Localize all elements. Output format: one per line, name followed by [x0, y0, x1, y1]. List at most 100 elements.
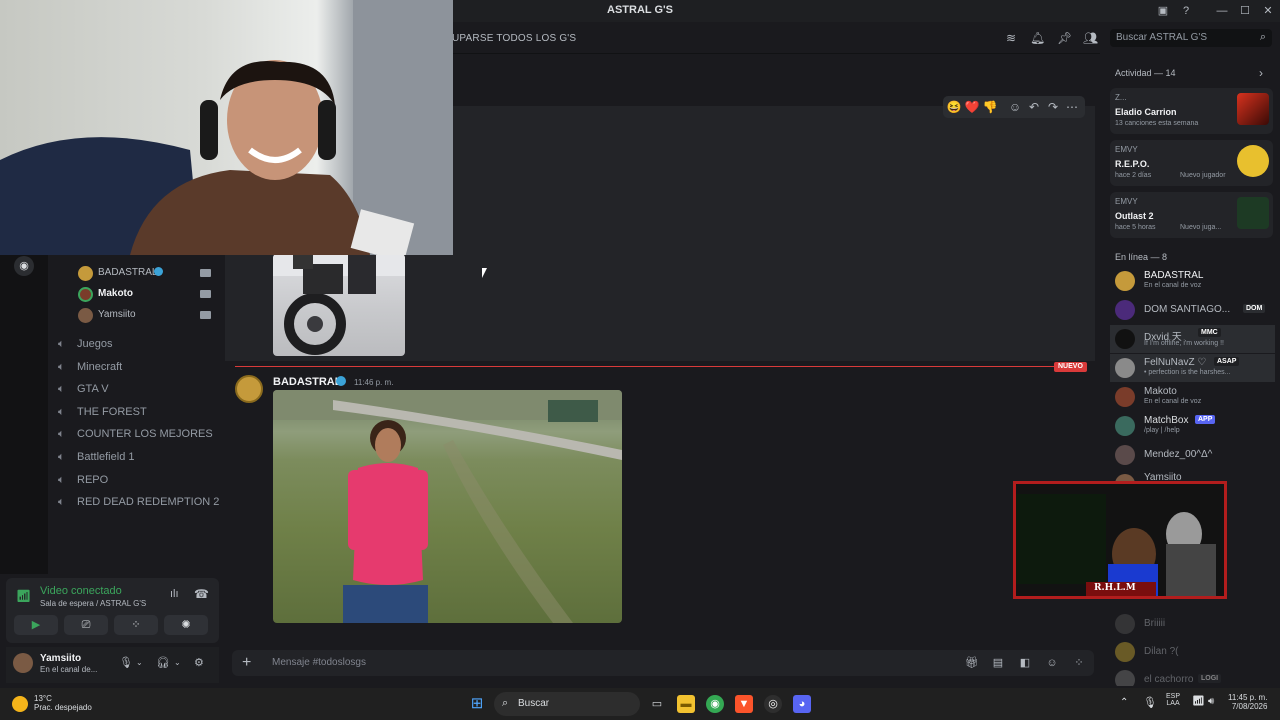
file-explorer-icon[interactable]: ▬ — [677, 695, 695, 713]
volume-icon[interactable]: 🔊︎ — [1208, 696, 1214, 707]
bell-icon[interactable]: 🔔︎ — [1030, 31, 1045, 45]
minimize-icon[interactable]: — — [1214, 3, 1230, 19]
thumbs-down-icon[interactable]: 👎 — [982, 99, 998, 115]
member-status: /play | /help — [1144, 427, 1180, 434]
clock[interactable]: 11:45 p. m. 7/08/2026 — [1228, 693, 1267, 711]
chevron-up-icon[interactable]: ⌃ — [1120, 697, 1128, 708]
message-author[interactable]: BADASTRAL — [273, 376, 341, 388]
voice-channel-rdr2[interactable]: 🔈︎ RED DEAD REDEMPTION 2 — [58, 494, 225, 514]
member-status: En el canal de voz — [1144, 398, 1202, 405]
camera-button[interactable]: ▶ — [14, 615, 58, 635]
member-name: BADASTRAL — [1144, 270, 1204, 281]
apps-icon[interactable]: ⁘ — [1073, 657, 1085, 669]
attach-plus-icon[interactable]: + — [242, 654, 251, 672]
screen-share-button[interactable]: ⎚ — [64, 615, 108, 635]
activities-button[interactable]: ⁘ — [114, 615, 158, 635]
language-indicator[interactable]: ESP LAA — [1166, 693, 1180, 707]
speaker-icon: 🔈︎ — [58, 451, 65, 463]
voice-user[interactable]: Makoto — [78, 286, 225, 304]
gear-icon[interactable]: ⚙ — [194, 656, 204, 669]
forward-icon[interactable]: ↷ — [1045, 99, 1061, 115]
emoji-icon[interactable]: ☺ — [1046, 657, 1058, 669]
member-item-offline[interactable]: Briiiii — [1110, 610, 1275, 638]
member-item[interactable]: MatchBox APP /play | /help — [1110, 412, 1275, 440]
add-reaction-icon[interactable]: ☺ — [1007, 99, 1023, 115]
channel-name: UPARSE TODOS LOS G'S — [452, 33, 577, 44]
pin-icon[interactable]: 📌︎ — [1057, 31, 1072, 45]
channel-label: REPO — [77, 474, 109, 486]
inbox-icon[interactable]: ▣ — [1155, 3, 1171, 19]
brave-icon[interactable]: ▼ — [735, 695, 753, 713]
activity-card[interactable]: Z... Eladio Carrion 13 canciones esta se… — [1110, 88, 1273, 134]
members-icon[interactable]: 👥︎ — [1083, 31, 1098, 45]
member-name: Briiiii — [1144, 618, 1166, 629]
channel-label: Battlefield 1 — [77, 451, 135, 463]
obs-icon[interactable]: ◎ — [764, 695, 782, 713]
maximize-icon[interactable]: ☐ — [1237, 3, 1253, 19]
chevron-right-icon[interactable]: › — [1259, 66, 1263, 80]
voice-user[interactable]: Yamsiito — [78, 307, 225, 325]
emoji-laugh-icon[interactable]: 😆 — [946, 99, 962, 115]
channel-label: Juegos — [77, 338, 113, 350]
motorcycle-image-attachment[interactable] — [273, 254, 405, 356]
stream-label: R.H.L.M — [1094, 583, 1136, 593]
wifi-icon[interactable]: 📶︎ — [1192, 696, 1205, 707]
sticker-icon[interactable]: ◧ — [1019, 657, 1031, 669]
heart-icon[interactable]: ❤️ — [964, 99, 980, 115]
voice-status[interactable]: Video conectado — [40, 585, 122, 597]
soundboard-button[interactable]: ✺ — [164, 615, 208, 635]
chevron-down-icon[interactable]: ⌄ — [136, 658, 143, 667]
discord-icon[interactable]: ◕ — [793, 695, 811, 713]
activity-card[interactable]: EMVY Outlast 2 hace 5 horas Nuevo juga..… — [1110, 192, 1273, 238]
stream-overlay: R.H.L.M — [1013, 481, 1227, 599]
chrome-icon[interactable]: ◉ — [706, 695, 724, 713]
weather-icon[interactable] — [12, 696, 28, 712]
user-name[interactable]: Yamsiito — [40, 653, 81, 664]
headphones-icon[interactable]: 🎧︎ — [156, 656, 170, 669]
gif-icon[interactable]: ▤ — [992, 657, 1004, 669]
reply-icon[interactable]: ↶ — [1026, 99, 1042, 115]
member-item[interactable]: BADASTRAL En el canal de voz — [1110, 267, 1275, 295]
search-icon: ⌕ — [1259, 31, 1266, 43]
more-icon[interactable]: ⋯ — [1064, 99, 1080, 115]
message-input[interactable]: + Mensaje #todoslosgs 🎁︎ ▤ ◧ ☺ ⁘ — [232, 650, 1094, 676]
disconnect-icon[interactable]: ☎︎ — [194, 587, 209, 601]
microphone-icon[interactable]: 🎙︎ — [119, 656, 133, 669]
gift-icon[interactable]: 🎁︎ — [965, 657, 979, 669]
member-item-offline[interactable]: el cachorro LOGI — [1110, 666, 1275, 686]
member-item[interactable]: Mendez_00^Δ^ — [1110, 441, 1275, 469]
message-avatar[interactable] — [235, 375, 263, 403]
member-item[interactable]: FelNuNavZ ♡ ASAP • perfection is the har… — [1110, 354, 1275, 382]
threads-icon[interactable]: ≋ — [1004, 31, 1018, 45]
verified-globe-icon — [336, 376, 346, 386]
server-icon[interactable]: ◉ — [14, 256, 34, 276]
voice-user[interactable]: BADASTRAL — [78, 265, 225, 283]
member-item[interactable]: DOM SANTIAGO... DOM — [1110, 296, 1275, 324]
search-input[interactable]: Buscar ASTRAL G'S ⌕ — [1110, 29, 1272, 47]
member-item-offline[interactable]: Dilan ?( — [1110, 638, 1275, 666]
task-view-icon[interactable]: ▭ — [648, 695, 666, 713]
activity-card[interactable]: EMVY R.E.P.O. hace 2 días Nuevo jugador — [1110, 140, 1273, 186]
windows-start-icon[interactable]: ⊞ — [468, 695, 486, 713]
taskbar-search[interactable]: ⌕ Buscar — [494, 692, 640, 716]
member-tag: MMC — [1198, 328, 1221, 337]
voice-location[interactable]: Sala de espera / ASTRAL G'S — [40, 599, 146, 608]
member-item[interactable]: Makoto En el canal de voz — [1110, 383, 1275, 411]
woman-photo-attachment[interactable] — [273, 390, 622, 623]
microphone-icon[interactable]: 🎙︎ — [1143, 696, 1157, 709]
voice-channel-the-forest[interactable]: 🔈︎ THE FOREST — [58, 404, 218, 424]
activity-user: EMVY — [1115, 197, 1138, 206]
voice-channel-juegos[interactable]: 🔈︎ Juegos — [58, 336, 218, 356]
member-item[interactable]: Dxvid 天 MMC If I'm offline, i'm working … — [1110, 325, 1275, 353]
help-icon[interactable]: ? — [1178, 3, 1194, 19]
close-icon[interactable]: ✕ — [1260, 3, 1276, 19]
voice-channel-battlefield[interactable]: 🔈︎ Battlefield 1 — [58, 449, 218, 469]
chevron-down-icon[interactable]: ⌄ — [174, 658, 181, 667]
voice-channel-repo[interactable]: 🔈︎ REPO — [58, 472, 218, 492]
avatar[interactable] — [13, 653, 33, 673]
voice-channel-counter[interactable]: 🔈︎ COUNTER LOS MEJORES — [58, 426, 218, 446]
noise-suppression-icon[interactable]: ılı — [170, 588, 179, 600]
voice-channel-gtav[interactable]: 🔈︎ GTA V — [58, 381, 218, 401]
weather-widget[interactable]: 13°C Prac. despejado — [34, 694, 92, 712]
voice-channel-minecraft[interactable]: 🔈︎ Minecraft — [58, 359, 218, 379]
